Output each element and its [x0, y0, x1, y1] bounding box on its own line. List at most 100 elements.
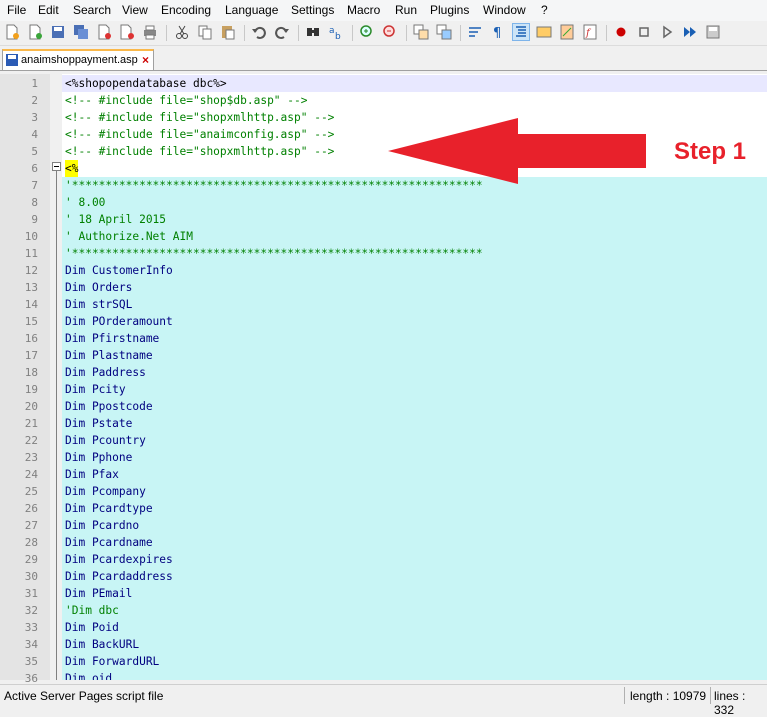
word-wrap-icon[interactable] [467, 24, 483, 40]
sync-v-icon[interactable] [413, 24, 429, 40]
code-line[interactable]: ' 18 April 2015 [62, 211, 767, 228]
code-line[interactable]: Dim Paddress [62, 364, 767, 381]
line-number: 31 [24, 587, 38, 600]
code-line[interactable]: Dim Pcardno [62, 517, 767, 534]
line-number: 22 [24, 434, 38, 447]
line-number: 10 [24, 230, 38, 243]
code-line[interactable]: Dim Pcardtype [62, 500, 767, 517]
cut-icon[interactable] [174, 24, 190, 40]
menu-encoding[interactable]: Encoding [161, 3, 211, 17]
menu-settings[interactable]: Settings [291, 3, 334, 17]
record-macro-icon[interactable] [613, 24, 629, 40]
close-icon[interactable] [96, 24, 112, 40]
code-line[interactable]: Dim ForwardURL [62, 653, 767, 670]
save-macro-icon[interactable] [705, 24, 721, 40]
zoom-out-icon[interactable] [382, 24, 398, 40]
code-line[interactable]: Dim Pcountry [62, 432, 767, 449]
udl-icon[interactable] [536, 24, 552, 40]
code-line[interactable]: Dim Pfirstname [62, 330, 767, 347]
tab-close-icon[interactable]: × [142, 53, 149, 67]
tab-anaimshoppayment[interactable]: anaimshoppayment.asp × [2, 49, 154, 70]
menu-plugins[interactable]: Plugins [430, 3, 469, 17]
step-label: Step 1 [674, 138, 747, 165]
doc-map-icon[interactable] [559, 24, 575, 40]
line-number: 27 [24, 519, 38, 532]
line-number: 3 [31, 111, 38, 124]
code-line[interactable]: Dim Pcardexpires [62, 551, 767, 568]
code-line[interactable]: 'Dim dbc [62, 602, 767, 619]
code-text: Dim strSQL [65, 298, 133, 311]
code-line[interactable]: Dim Orders [62, 279, 767, 296]
line-number: 17 [24, 349, 38, 362]
sync-h-icon[interactable] [436, 24, 452, 40]
code-line[interactable]: Dim Pcompany [62, 483, 767, 500]
code-line[interactable]: ' 8.00 [62, 194, 767, 211]
code-line[interactable]: Dim oid [62, 670, 767, 680]
menu-help[interactable]: ? [541, 3, 548, 17]
code-text: Dim CustomerInfo [65, 264, 173, 277]
run-multiple-icon[interactable] [682, 24, 698, 40]
code-line[interactable]: ' Authorize.Net AIM [62, 228, 767, 245]
code-text: <!-- #include file="shopxmlhttp.asp" --> [65, 111, 335, 124]
code-line[interactable]: Dim Pcity [62, 381, 767, 398]
code-line[interactable]: '***************************************… [62, 245, 767, 262]
code-text: Dim Pcompany [65, 485, 146, 498]
code-text: '***************************************… [65, 247, 483, 260]
close-all-icon[interactable] [119, 24, 135, 40]
tab-title: anaimshoppayment.asp [21, 54, 138, 66]
line-number: 25 [24, 485, 38, 498]
save-all-icon[interactable] [73, 24, 89, 40]
code-line[interactable]: Dim POrderamount [62, 313, 767, 330]
code-line[interactable]: Dim CustomerInfo [62, 262, 767, 279]
line-number: 34 [24, 638, 38, 651]
code-line[interactable]: Dim strSQL [62, 296, 767, 313]
fold-margin[interactable] [50, 74, 62, 680]
menu-view[interactable]: View [122, 3, 148, 17]
open-icon[interactable] [27, 24, 43, 40]
status-length: length : 10979 [630, 689, 707, 703]
indent-guide-icon[interactable] [512, 23, 530, 41]
save-icon[interactable] [50, 24, 66, 40]
line-number: 29 [24, 553, 38, 566]
code-line[interactable]: Dim Pcardaddress [62, 568, 767, 585]
code-line[interactable]: Dim Poid [62, 619, 767, 636]
code-text: Dim Pcardexpires [65, 553, 173, 566]
floppy-icon [6, 54, 18, 66]
code-line[interactable]: <!-- #include file="shop$db.asp" --> [62, 92, 767, 109]
menu-language[interactable]: Language [225, 3, 278, 17]
line-number: 21 [24, 417, 38, 430]
zoom-in-icon[interactable] [359, 24, 375, 40]
new-icon[interactable] [4, 24, 20, 40]
code-line[interactable]: Dim Ppostcode [62, 398, 767, 415]
code-line[interactable]: Dim Pstate [62, 415, 767, 432]
code-line[interactable]: Dim Pfax [62, 466, 767, 483]
menu-macro[interactable]: Macro [347, 3, 380, 17]
menu-file[interactable]: File [7, 3, 26, 17]
menu-edit[interactable]: Edit [38, 3, 59, 17]
code-line[interactable]: Dim Pphone [62, 449, 767, 466]
code-line[interactable]: Dim PEmail [62, 585, 767, 602]
replace-icon[interactable]: ab [328, 24, 344, 42]
redo-icon[interactable] [274, 24, 290, 40]
code-line[interactable]: <%shopopendatabase dbc%> [62, 75, 767, 92]
undo-icon[interactable] [251, 24, 267, 40]
play-macro-icon[interactable] [659, 24, 675, 40]
line-number-gutter: 1 2 3 4 5 6 7 8 9 10 11 12 13 14 15 16 17 18 19 20 21 22 23 24 2… [0, 74, 50, 685]
copy-icon[interactable] [197, 24, 213, 40]
code-text: Dim Poid [65, 621, 119, 634]
stop-macro-icon[interactable] [636, 24, 652, 40]
show-all-chars-icon[interactable]: ¶ [490, 24, 506, 41]
code-line[interactable]: Dim Pcardname [62, 534, 767, 551]
fold-minus-icon[interactable] [52, 162, 61, 171]
menu-window[interactable]: Window [483, 3, 526, 17]
print-icon[interactable] [142, 24, 158, 40]
func-list-icon[interactable]: f [582, 24, 598, 40]
code-line[interactable]: Dim BackURL [62, 636, 767, 653]
paste-icon[interactable] [220, 24, 236, 40]
code-text: Dim Pstate [65, 417, 133, 430]
menu-search[interactable]: Search [73, 3, 111, 17]
find-icon[interactable] [305, 24, 321, 40]
line-number: 30 [24, 570, 38, 583]
code-line[interactable]: Dim Plastname [62, 347, 767, 364]
menu-run[interactable]: Run [395, 3, 417, 17]
